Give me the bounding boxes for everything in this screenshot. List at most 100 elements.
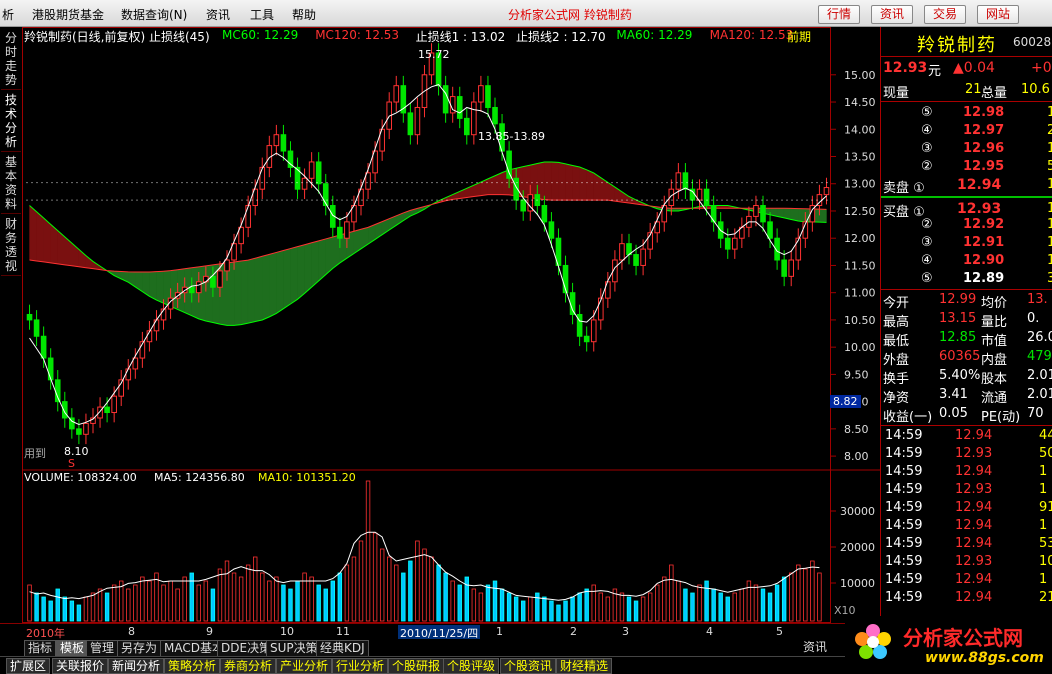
menu-news[interactable]: 资讯	[206, 6, 230, 23]
candle-body	[301, 177, 308, 190]
buy_book-qty: 1	[1047, 235, 1052, 250]
candle-body	[83, 422, 89, 435]
indicator-4: MA60: 12.29	[616, 28, 693, 42]
quote-button[interactable]: 行情	[818, 5, 861, 24]
tab-fundamentals[interactable]: 基本资料	[1, 155, 21, 214]
candle-body	[781, 259, 787, 277]
ext-tab-7[interactable]: 个股研报	[388, 658, 445, 674]
volume-bar	[365, 480, 371, 622]
tab-financials[interactable]: 财务透视	[1, 217, 21, 276]
volume-bar	[337, 572, 343, 622]
ext-tab-3[interactable]: 策略分析	[164, 658, 221, 674]
ma-band	[290, 246, 298, 305]
ma-band	[579, 166, 587, 201]
total-vol-label: 总量	[981, 86, 1008, 101]
volume-bar	[542, 596, 547, 622]
ext-tab-5[interactable]: 产业分析	[276, 658, 333, 674]
kline-chart[interactable]: 15.00 14.50 14.00 13.50 13.00 12.50 12.00 11.50…	[22, 27, 880, 623]
last-price: 12.93	[883, 60, 928, 76]
tab-technical[interactable]: 技术分析	[1, 93, 21, 152]
volume-bar	[704, 580, 709, 622]
toolbar-tab-7[interactable]: 经典KDJ	[316, 640, 369, 657]
tick-time: 14:59	[885, 590, 923, 605]
volume-bar	[570, 596, 575, 622]
ext-tab-0[interactable]: 扩展区	[6, 658, 51, 674]
volume-bar	[358, 540, 364, 622]
menu-help[interactable]: 帮助	[292, 6, 316, 23]
sell_book-row: ④ 12.97 2	[881, 123, 1052, 141]
stat-label-2: 均价	[981, 296, 1008, 311]
volume-bar	[499, 588, 505, 622]
candle-body	[308, 161, 315, 179]
candle-body	[788, 259, 795, 277]
buy_book-level: ④	[921, 253, 933, 268]
stat-value-2: 0.	[1027, 311, 1040, 326]
volume-bar	[725, 596, 730, 622]
website-button[interactable]: 网站	[977, 5, 1020, 24]
ext-tab-1[interactable]: 关联报价	[52, 658, 109, 674]
stat-row: 净资 3.41 流通 2.01	[881, 387, 1052, 406]
ext-tab-6[interactable]: 行业分析	[332, 658, 389, 674]
trade-button[interactable]: 交易	[924, 5, 967, 24]
stat-value-2: 2.01	[1027, 368, 1052, 383]
menu-hk-futures[interactable]: 港股期货基金	[32, 6, 104, 23]
tick-time: 14:59	[885, 446, 923, 461]
buy_book-price: 12.91	[963, 235, 1005, 250]
volume-bar	[238, 576, 244, 622]
tick-row: 14:59 12.93 1	[881, 482, 1052, 500]
tick-row: 14:59 12.94 21	[881, 590, 1052, 608]
chart-canvas[interactable]: 15.00 14.50 14.00 13.50 13.00 12.50 12.00 11.50…	[22, 27, 880, 623]
volume-bar	[676, 580, 681, 622]
volume-bar	[556, 604, 561, 622]
toolbar-tab-2[interactable]: 管理	[86, 640, 119, 657]
ma-band	[311, 240, 319, 288]
volume-bar	[83, 596, 89, 622]
date-label: 2	[570, 625, 577, 638]
indicator-0: MC60: 12.29	[222, 28, 299, 42]
buy_book-price: 12.92	[963, 217, 1005, 232]
price-unit: 元	[928, 64, 942, 79]
ext-tab-10[interactable]: 财经精选	[556, 658, 613, 674]
toolbar-tab-1[interactable]: 模板	[56, 640, 89, 657]
ma-band	[36, 211, 44, 263]
ext-tab-2[interactable]: 新闻分析	[108, 658, 165, 674]
buy_book-price: 12.89	[963, 271, 1005, 286]
ext-tab-4[interactable]: 券商分析	[220, 658, 277, 674]
toolbar-news[interactable]: 资讯	[800, 640, 830, 655]
candle-body	[224, 259, 230, 272]
volume-bar	[217, 568, 223, 622]
ext-tab-8[interactable]: 个股评级	[443, 658, 500, 674]
vol-tick-label: 30000	[840, 505, 875, 518]
candle-body	[619, 243, 625, 261]
price-change: ▲0.04	[953, 60, 995, 76]
menu-analysis[interactable]: 析	[2, 6, 14, 23]
toolbar-tab-3[interactable]: 另存为	[117, 640, 162, 657]
ma-band	[318, 238, 326, 282]
ext-tab-9[interactable]: 个股资讯	[500, 658, 557, 674]
stat-value: 60365	[939, 349, 981, 364]
date-label: 9	[206, 625, 213, 638]
toolbar-tab-0[interactable]: 指标	[24, 640, 57, 657]
sell_book-price: 12.95	[963, 159, 1005, 174]
tick-price: 12.93	[955, 482, 993, 497]
volume-bar	[619, 592, 625, 622]
stat-label-2: PE(动)	[981, 410, 1021, 425]
menu-data-query[interactable]: 数据查询(N)	[121, 6, 187, 23]
volume-bar	[90, 592, 96, 622]
stat-row: 换手 5.40% 股本 2.01	[881, 368, 1052, 387]
tick-price: 12.93	[955, 446, 993, 461]
toolbar-tab-6[interactable]: SUP决策	[266, 640, 322, 657]
candle-body	[520, 199, 527, 212]
stat-label: 最低	[883, 334, 910, 349]
menu-tools[interactable]: 工具	[250, 6, 274, 23]
volume-bar	[781, 576, 787, 622]
volume-bar	[344, 564, 350, 622]
news-button[interactable]: 资讯	[871, 5, 914, 24]
volume-bar	[175, 588, 180, 622]
now-vol-value: 21	[965, 82, 982, 97]
date-axis: 2010年8910112010/11/25/四12345E	[0, 623, 880, 641]
tab-intraday[interactable]: 分时走势	[1, 31, 21, 90]
sell1-label: 卖盘 ①	[883, 181, 925, 196]
period-label[interactable]: 前期	[787, 28, 811, 45]
sell1-qty: 1	[1047, 177, 1052, 192]
